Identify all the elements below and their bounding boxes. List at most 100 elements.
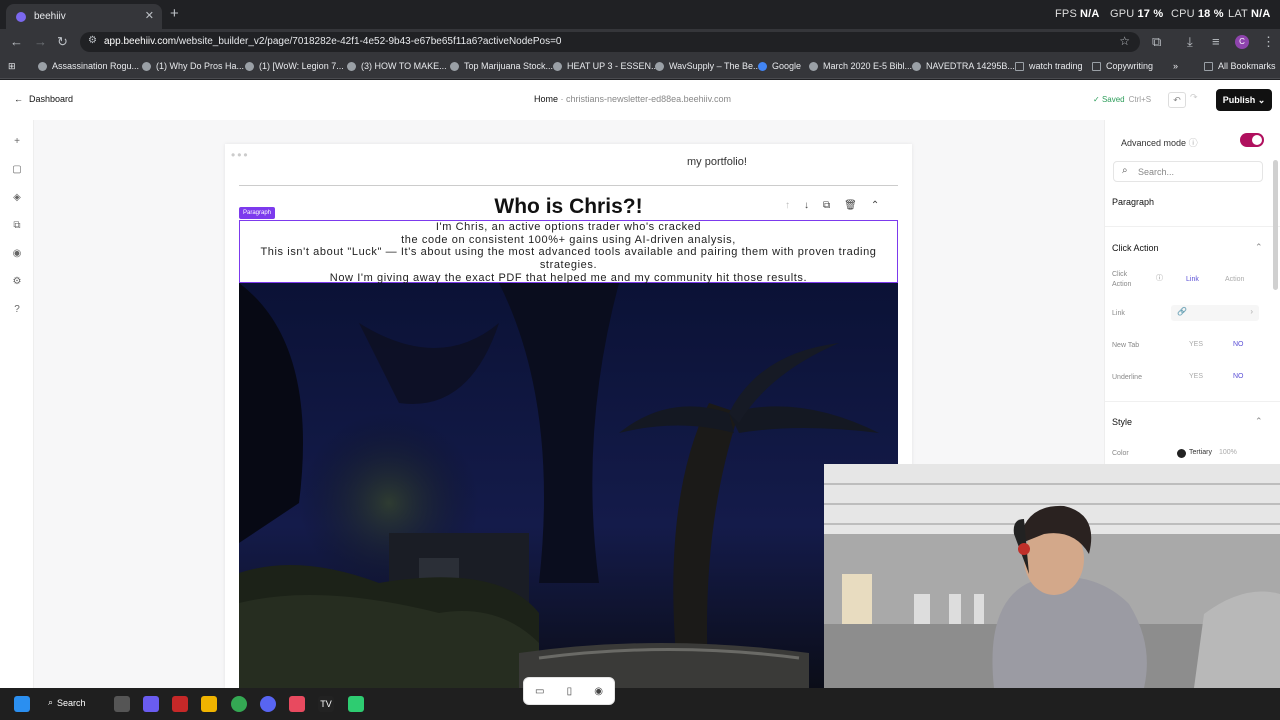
night-palm-photo[interactable] bbox=[239, 283, 898, 688]
link-input[interactable]: 🔗 › bbox=[1171, 305, 1259, 321]
site-info-icon[interactable]: ⚙ bbox=[88, 35, 97, 46]
style-section[interactable]: Style bbox=[1112, 417, 1132, 427]
mobile-view-icon[interactable]: ▯ bbox=[567, 686, 573, 697]
bookmark-item[interactable]: Assassination Rogu... bbox=[38, 61, 139, 71]
chevron-up-icon[interactable]: ⌃ bbox=[1255, 242, 1263, 252]
panel-divider bbox=[1105, 226, 1280, 227]
help-icon[interactable]: ? bbox=[11, 304, 23, 316]
saved-status: ✓ Saved Ctrl+S bbox=[1093, 95, 1152, 104]
url-host: app.beehiiv.com bbox=[104, 36, 177, 47]
gpu-readout: GPU 17 % bbox=[1110, 8, 1164, 20]
bookmark-item[interactable]: (3) HOW TO MAKE... bbox=[347, 61, 447, 71]
bookmark-item[interactable]: Google bbox=[758, 61, 801, 71]
bookmark-item[interactable]: (1) Why Do Pros Ha... bbox=[142, 61, 244, 71]
tradingview-icon[interactable]: TV bbox=[318, 696, 334, 712]
panel-divider bbox=[1105, 401, 1280, 402]
media-icon[interactable]: ≡ bbox=[1212, 34, 1220, 49]
arrow-left-icon: ← bbox=[14, 94, 23, 104]
bookmark-folder[interactable]: Copywriting bbox=[1092, 61, 1153, 71]
block-toolbar: ↑ ↓ ⧉ 🗑 ⌃ bbox=[785, 200, 879, 211]
paragraph-line: I'm Chris, an active options trader who'… bbox=[435, 221, 702, 233]
windows-taskbar: ⌕ Search TV bbox=[0, 688, 1280, 720]
profile-avatar[interactable]: C bbox=[1235, 35, 1249, 49]
paragraph-line: the code on consistent 100%+ gains using… bbox=[401, 233, 736, 246]
tab-title: beehiiv bbox=[34, 11, 66, 22]
browser-tab[interactable]: beehiiv ✕ bbox=[6, 4, 162, 29]
duplicate-icon[interactable]: ⧉ bbox=[823, 200, 830, 211]
advanced-mode-toggle[interactable] bbox=[1240, 133, 1264, 147]
undo-icon[interactable]: ↶ bbox=[1168, 92, 1186, 108]
builder-header: ← Dashboard Home · christians-newsletter… bbox=[0, 80, 1280, 120]
bookmark-star-icon[interactable]: ☆ bbox=[1119, 34, 1130, 48]
bookmark-item[interactable]: WavSupply – The Be... bbox=[655, 61, 761, 71]
taskbar-search[interactable]: ⌕ Search bbox=[48, 697, 86, 708]
back-icon[interactable]: ← bbox=[10, 34, 23, 49]
publish-button[interactable]: Publish ⌄ bbox=[1216, 89, 1272, 111]
new-tab-no[interactable]: NO bbox=[1233, 341, 1244, 348]
chevron-up-icon[interactable]: ⌃ bbox=[1255, 416, 1263, 426]
click-action-section[interactable]: Click Action bbox=[1112, 243, 1159, 253]
browser-tab-bar: beehiiv ✕ + FPS N/A GPU 17 % CPU 18 % LAT N/… bbox=[0, 0, 1280, 29]
action-tab[interactable]: Action bbox=[1225, 276, 1244, 283]
link-label: Link bbox=[1112, 310, 1125, 317]
apps-grid-icon[interactable]: ⊞ bbox=[8, 61, 16, 72]
download-icon[interactable]: ⤓ bbox=[1187, 34, 1193, 50]
chevron-right-icon[interactable]: » bbox=[1173, 61, 1178, 71]
windows-start-icon[interactable] bbox=[14, 696, 30, 712]
bookmark-item[interactable]: (1) [WoW: Legion 7... bbox=[245, 61, 344, 71]
bookmark-item[interactable]: March 2020 E-5 Bibl... bbox=[809, 61, 912, 71]
forward-icon[interactable]: → bbox=[34, 34, 47, 49]
delete-icon[interactable]: 🗑 bbox=[844, 200, 857, 211]
color-picker[interactable]: Tertiary 100% bbox=[1177, 448, 1237, 458]
active-app-icon[interactable] bbox=[289, 696, 305, 712]
new-tab-icon[interactable]: + bbox=[170, 5, 179, 22]
search-icon: ⌕ bbox=[48, 697, 54, 707]
chrome-menu-icon[interactable]: ⋮ bbox=[1262, 34, 1275, 50]
color-label: Color bbox=[1112, 450, 1129, 457]
move-down-icon[interactable]: ↓ bbox=[804, 200, 809, 211]
extensions-icon[interactable]: ⧉ bbox=[1152, 34, 1161, 50]
bookmarks-bar: ⊞ Assassination Rogu... (1) Why Do Pros … bbox=[0, 55, 1280, 79]
task-view-icon[interactable] bbox=[114, 696, 130, 712]
theme-icon[interactable]: ◉ bbox=[11, 248, 23, 260]
dashboard-back-button[interactable]: ← Dashboard bbox=[14, 94, 73, 104]
portfolio-text[interactable]: my portfolio! bbox=[687, 156, 747, 168]
search-icon: ⌕ bbox=[1122, 165, 1128, 176]
chrome-icon[interactable] bbox=[231, 696, 247, 712]
panel-scrollbar[interactable] bbox=[1273, 160, 1278, 290]
bookmark-item[interactable]: NAVEDTRA 14295B... bbox=[912, 61, 1015, 71]
select-parent-icon[interactable]: ⌃ bbox=[871, 200, 879, 211]
pages-icon[interactable]: ▢ bbox=[11, 164, 23, 176]
breadcrumb-home[interactable]: Home bbox=[534, 94, 558, 104]
reload-icon[interactable]: ↻ bbox=[57, 34, 68, 50]
click-action-label: Click Action bbox=[1112, 271, 1132, 288]
all-bookmarks-folder[interactable]: All Bookmarks bbox=[1204, 61, 1276, 71]
underline-yes[interactable]: YES bbox=[1189, 373, 1203, 380]
redo-icon[interactable]: ↷ bbox=[1190, 92, 1198, 103]
panel-search-input[interactable]: ⌕ Search... bbox=[1113, 161, 1263, 182]
settings-icon[interactable]: ⚙ bbox=[11, 276, 23, 288]
layers-icon[interactable]: ◈ bbox=[11, 192, 23, 204]
close-tab-icon[interactable]: ✕ bbox=[145, 9, 154, 22]
link-tab[interactable]: Link bbox=[1186, 276, 1199, 283]
underline-no[interactable]: NO bbox=[1233, 373, 1244, 380]
new-tab-yes[interactable]: YES bbox=[1189, 341, 1203, 348]
copilot-icon[interactable] bbox=[143, 696, 159, 712]
add-icon[interactable]: + bbox=[11, 136, 23, 148]
preview-eye-icon[interactable]: ◉ bbox=[594, 686, 603, 697]
move-up-icon[interactable]: ↑ bbox=[785, 200, 790, 211]
webcam-overlay bbox=[824, 464, 1280, 688]
desktop-view-icon[interactable]: ▭ bbox=[535, 686, 544, 697]
bookmark-item[interactable]: Top Marijuana Stock... bbox=[450, 61, 553, 71]
file-explorer-icon[interactable] bbox=[201, 696, 217, 712]
paragraph-block[interactable]: I'm Chris, an active options trader who'… bbox=[239, 220, 898, 284]
url-input[interactable]: ⚙ app.beehiiv.com/website_builder_v2/pag… bbox=[80, 32, 1140, 52]
app-icon[interactable] bbox=[172, 696, 188, 712]
advanced-mode-label: Advanced mode ⓘ bbox=[1121, 138, 1198, 148]
discord-icon[interactable] bbox=[260, 696, 276, 712]
color-swatch bbox=[1177, 448, 1186, 458]
app-icon[interactable] bbox=[348, 696, 364, 712]
copy-icon[interactable]: ⧉ bbox=[11, 220, 23, 232]
bookmark-item[interactable]: HEAT UP 3 - ESSEN... bbox=[553, 61, 659, 71]
bookmark-folder[interactable]: watch trading bbox=[1015, 61, 1083, 71]
